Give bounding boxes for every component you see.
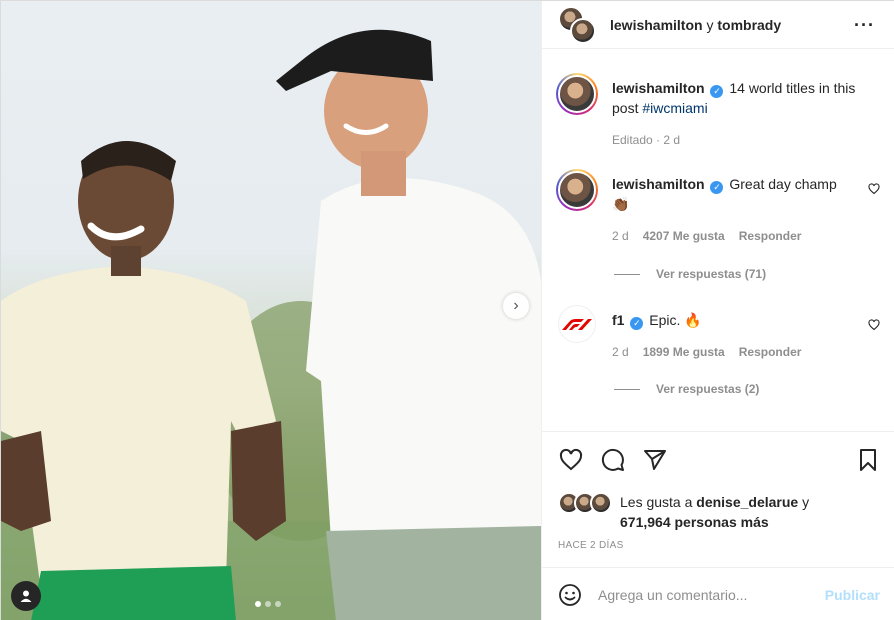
- liker-avatars: [558, 492, 616, 514]
- verified-badge-icon: ✓: [630, 317, 644, 330]
- like-comment-icon[interactable]: [868, 183, 880, 195]
- tagged-users-button[interactable]: [11, 581, 41, 611]
- caption-text: lewishamilton ✓ 14 world titles in this …: [612, 78, 862, 118]
- username-link[interactable]: lewishamilton: [612, 176, 705, 192]
- avatar[interactable]: [556, 169, 598, 211]
- comment-text: f1 ✓ Epic. 🔥: [612, 310, 862, 330]
- comment-input[interactable]: [598, 586, 798, 603]
- carousel-dot: [275, 601, 281, 607]
- author-link[interactable]: lewishamilton: [610, 17, 703, 33]
- comment-meta: 2 d 4207 Me gusta Responder: [612, 229, 801, 243]
- comment: f1 ✓ Epic. 🔥 2 d 1899 Me gusta Responder…: [556, 305, 882, 415]
- avatar: [570, 17, 596, 44]
- save-icon[interactable]: [856, 448, 880, 472]
- post-header: lewishamilton y tombrady ···: [542, 1, 894, 49]
- likes-prefix: Les gusta a: [620, 494, 693, 510]
- share-icon[interactable]: [642, 448, 668, 472]
- post-actions: Les gusta a denise_delarue y 671,964 per…: [542, 431, 894, 581]
- comment-text: lewishamilton ✓ Great day champ 👏🏾: [612, 174, 862, 214]
- avatar: [590, 492, 612, 514]
- photo-illustration: [1, 29, 541, 620]
- caption: lewishamilton ✓ 14 world titles in this …: [556, 73, 882, 163]
- f1-logo-icon: [562, 319, 592, 330]
- avatar[interactable]: [558, 305, 596, 343]
- reply-button[interactable]: Responder: [739, 345, 802, 359]
- comment-meta: 2 d 1899 Me gusta Responder: [612, 345, 801, 359]
- likes-summary: Les gusta a denise_delarue y 671,964 per…: [558, 492, 809, 532]
- likes-text: Les gusta a denise_delarue y 671,964 per…: [620, 492, 809, 532]
- like-icon[interactable]: [558, 448, 584, 472]
- comment-composer: Publicar: [542, 567, 894, 620]
- username-link[interactable]: f1: [612, 312, 624, 328]
- action-icons: [558, 448, 880, 476]
- instagram-post: › lewishamilton y tombrady ··· lewishami…: [0, 0, 894, 620]
- comment-icon[interactable]: [600, 448, 626, 472]
- username-link[interactable]: lewishamilton: [612, 80, 705, 96]
- post-side-panel: lewishamilton y tombrady ··· lewishamilt…: [541, 1, 894, 620]
- carousel-dots: [255, 601, 281, 607]
- like-comment-icon[interactable]: [868, 319, 880, 331]
- comment-emoji: 🔥: [684, 312, 702, 328]
- more-options-icon[interactable]: ···: [854, 15, 875, 36]
- emoji-icon[interactable]: [558, 583, 582, 607]
- post-photo[interactable]: ›: [1, 1, 541, 620]
- view-replies-label: Ver respuestas (71): [656, 267, 767, 281]
- verified-badge-icon: ✓: [710, 85, 724, 98]
- hashtag-link[interactable]: #iwcmiami: [642, 100, 707, 116]
- header-avatars[interactable]: [558, 5, 598, 44]
- comment: lewishamilton ✓ Great day champ 👏🏾 2 d 4…: [556, 169, 882, 289]
- comment-body: Great day champ: [729, 176, 837, 192]
- author-link[interactable]: tombrady: [717, 17, 781, 33]
- view-replies-button[interactable]: Ver respuestas (71): [614, 267, 766, 281]
- verified-badge-icon: ✓: [710, 181, 724, 194]
- likes-conjunction: y: [802, 494, 810, 510]
- view-replies-label: Ver respuestas (2): [656, 382, 760, 396]
- author-conjunction: y: [706, 16, 714, 33]
- comment-likes[interactable]: 4207 Me gusta: [643, 229, 725, 243]
- post-authors: lewishamilton y tombrady: [610, 17, 781, 33]
- carousel-dot: [255, 601, 261, 607]
- comment-body: Epic.: [649, 312, 681, 328]
- reply-button[interactable]: Responder: [739, 229, 802, 243]
- liker-username-link[interactable]: denise_delarue: [696, 494, 798, 510]
- user-icon: [20, 590, 32, 602]
- comment-likes[interactable]: 1899 Me gusta: [643, 345, 725, 359]
- view-replies-button[interactable]: Ver respuestas (2): [614, 382, 759, 396]
- comment-emoji: 👏🏾: [612, 196, 630, 212]
- likes-count-link[interactable]: 671,964 personas más: [620, 514, 769, 530]
- comment-age: 2 d: [612, 345, 629, 359]
- post-date: HACE 2 DÍAS: [558, 540, 624, 551]
- next-photo-button[interactable]: ›: [503, 293, 529, 319]
- comment-age: 2 d: [612, 229, 629, 243]
- carousel-dot: [265, 601, 271, 607]
- comments-list: lewishamilton ✓ 14 world titles in this …: [542, 61, 894, 431]
- avatar[interactable]: [556, 73, 598, 115]
- caption-meta: Editado · 2 d: [612, 133, 681, 147]
- publish-button[interactable]: Publicar: [825, 587, 880, 603]
